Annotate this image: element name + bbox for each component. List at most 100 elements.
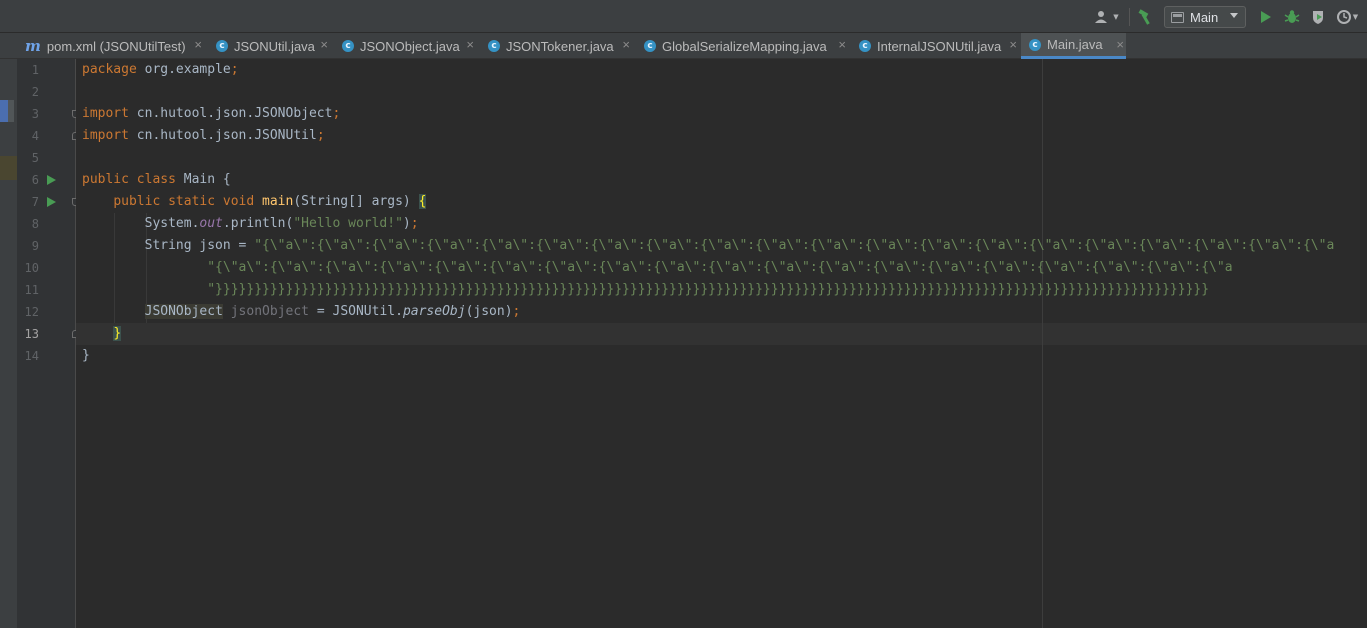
code-line[interactable]: public static void main(String[] args) { <box>82 191 427 213</box>
code-token: ; <box>316 128 325 143</box>
run-configuration-selector[interactable]: Main <box>1164 6 1246 28</box>
tab-pom-xml[interactable]: m pom.xml (JSONUtilTest) × <box>21 33 204 59</box>
line-number: 10 <box>24 261 39 275</box>
chevron-down-icon: ▼ <box>1113 13 1119 21</box>
close-icon[interactable]: × <box>838 37 846 52</box>
hammer-icon[interactable] <box>1136 6 1154 28</box>
editor-tabs: m pom.xml (JSONUtilTest) × c JSONUtil.ja… <box>0 33 1367 59</box>
tab-internaljsonutil-java[interactable]: c InternalJSONUtil.java × <box>853 33 1019 59</box>
code-token: ; <box>332 106 341 121</box>
class-icon: c <box>859 40 871 52</box>
code-line[interactable]: } <box>82 345 90 367</box>
code-line[interactable]: System.out.println("Hello world!"); <box>82 213 419 235</box>
tab-label: JSONUtil.java <box>234 38 315 54</box>
tab-label: GlobalSerializeMapping.java <box>662 38 827 54</box>
tab-main-java[interactable]: c Main.java × <box>1021 33 1126 59</box>
line-number: 9 <box>31 239 39 253</box>
code-token: "Hello world!" <box>293 216 403 231</box>
project-tool-marker[interactable] <box>0 100 8 122</box>
user-icon[interactable]: ▼ <box>1093 6 1121 28</box>
tab-globalserializemapping-java[interactable]: c GlobalSerializeMapping.java × <box>638 33 848 59</box>
current-line-highlight <box>76 323 1367 345</box>
code-token: Main { <box>175 172 231 187</box>
code-token: ; <box>230 62 239 77</box>
chevron-down-icon <box>1230 13 1238 18</box>
tab-label: pom.xml (JSONUtilTest) <box>46 38 186 54</box>
run-config-label: Main <box>1190 9 1219 25</box>
structure-tool-marker[interactable] <box>0 156 17 180</box>
code-token: (String[] args) <box>293 194 419 209</box>
code-token: public class <box>82 172 176 187</box>
code-line[interactable]: String json = "{\"a\":{\"a\":{\"a\":{\"a… <box>82 235 1335 257</box>
code-token: package <box>82 62 137 77</box>
line-number: 2 <box>31 85 39 99</box>
line-number: 12 <box>24 305 39 319</box>
tab-jsonobject-java[interactable]: c JSONObject.java × <box>336 33 476 59</box>
code-line[interactable]: public class Main { <box>82 169 231 191</box>
class-icon: c <box>644 40 656 52</box>
tab-label: JSONTokener.java <box>506 38 614 54</box>
close-icon[interactable]: × <box>320 37 328 52</box>
line-number: 8 <box>31 217 39 231</box>
code-token: } <box>82 348 90 363</box>
code-token: parseObj <box>402 304 466 319</box>
line-number: 5 <box>31 151 39 165</box>
code-token: .println( <box>222 216 294 231</box>
code-token: = JSONUtil. <box>309 304 403 319</box>
run-icon[interactable] <box>1256 6 1276 28</box>
code-token: JSONObject <box>144 304 223 319</box>
code-line[interactable]: JSONObject jsonObject = JSONUtil.parseOb… <box>82 301 520 323</box>
class-icon: c <box>488 40 500 52</box>
code-token: public static void <box>113 194 255 209</box>
line-number: 1 <box>31 63 39 77</box>
profiler-icon[interactable]: ▼ <box>1334 6 1360 28</box>
close-icon[interactable]: × <box>1116 37 1124 52</box>
code-token: ) <box>402 216 411 231</box>
tab-jsonutil-java[interactable]: c JSONUtil.java × <box>210 33 330 59</box>
coverage-icon[interactable] <box>1308 6 1328 28</box>
toolbar-divider <box>1129 8 1130 26</box>
code-line[interactable]: import cn.hutool.json.JSONUtil; <box>82 125 325 147</box>
code-token: main <box>262 194 294 209</box>
close-icon[interactable]: × <box>466 37 474 52</box>
code-token: } <box>113 326 122 341</box>
code-token: ; <box>512 304 521 319</box>
code-token: org.example <box>136 62 231 77</box>
chevron-down-icon: ▼ <box>1352 13 1359 21</box>
close-icon[interactable]: × <box>1009 37 1017 52</box>
tab-label: InternalJSONUtil.java <box>877 38 1002 54</box>
code-token: import <box>82 128 129 143</box>
application-icon <box>1171 11 1184 23</box>
code-editor[interactable]: package org.example; import cn.hutool.jso… <box>76 59 1367 628</box>
code-line[interactable]: "{\"a\":{\"a\":{\"a\":{\"a\":{\"a\":{\"a… <box>82 257 1233 279</box>
line-number: 6 <box>31 173 39 187</box>
class-icon: c <box>1029 38 1041 51</box>
project-tool-scroll[interactable] <box>8 100 14 122</box>
code-token: System. <box>82 216 200 231</box>
close-icon[interactable]: × <box>622 37 630 52</box>
tab-jsontokener-java[interactable]: c JSONTokener.java × <box>482 33 632 59</box>
close-icon[interactable]: × <box>194 37 202 52</box>
code-token: ; <box>410 216 419 231</box>
code-token: out <box>199 216 223 231</box>
code-token: String json = <box>82 238 255 253</box>
code-token: import <box>82 106 129 121</box>
code-token: "{\"a\":{\"a\":{\"a\":{\"a\":{\"a\":{\"a… <box>207 260 1233 275</box>
code-line[interactable]: "}}}}}}}}}}}}}}}}}}}}}}}}}}}}}}}}}}}}}}}… <box>82 279 1209 301</box>
line-number: 7 <box>31 195 39 209</box>
code-line[interactable]: package org.example; <box>82 59 239 81</box>
code-line[interactable]: import cn.hutool.json.JSONObject; <box>82 103 340 125</box>
code-token: "}}}}}}}}}}}}}}}}}}}}}}}}}}}}}}}}}}}}}}}… <box>207 282 1210 297</box>
debug-icon[interactable] <box>1282 6 1302 28</box>
code-token: cn.hutool.json.JSONObject <box>128 106 333 121</box>
run-gutter-icon[interactable] <box>47 197 56 207</box>
line-number: 11 <box>24 283 39 297</box>
code-line[interactable]: } <box>82 323 122 345</box>
run-gutter-icon[interactable] <box>47 175 56 185</box>
